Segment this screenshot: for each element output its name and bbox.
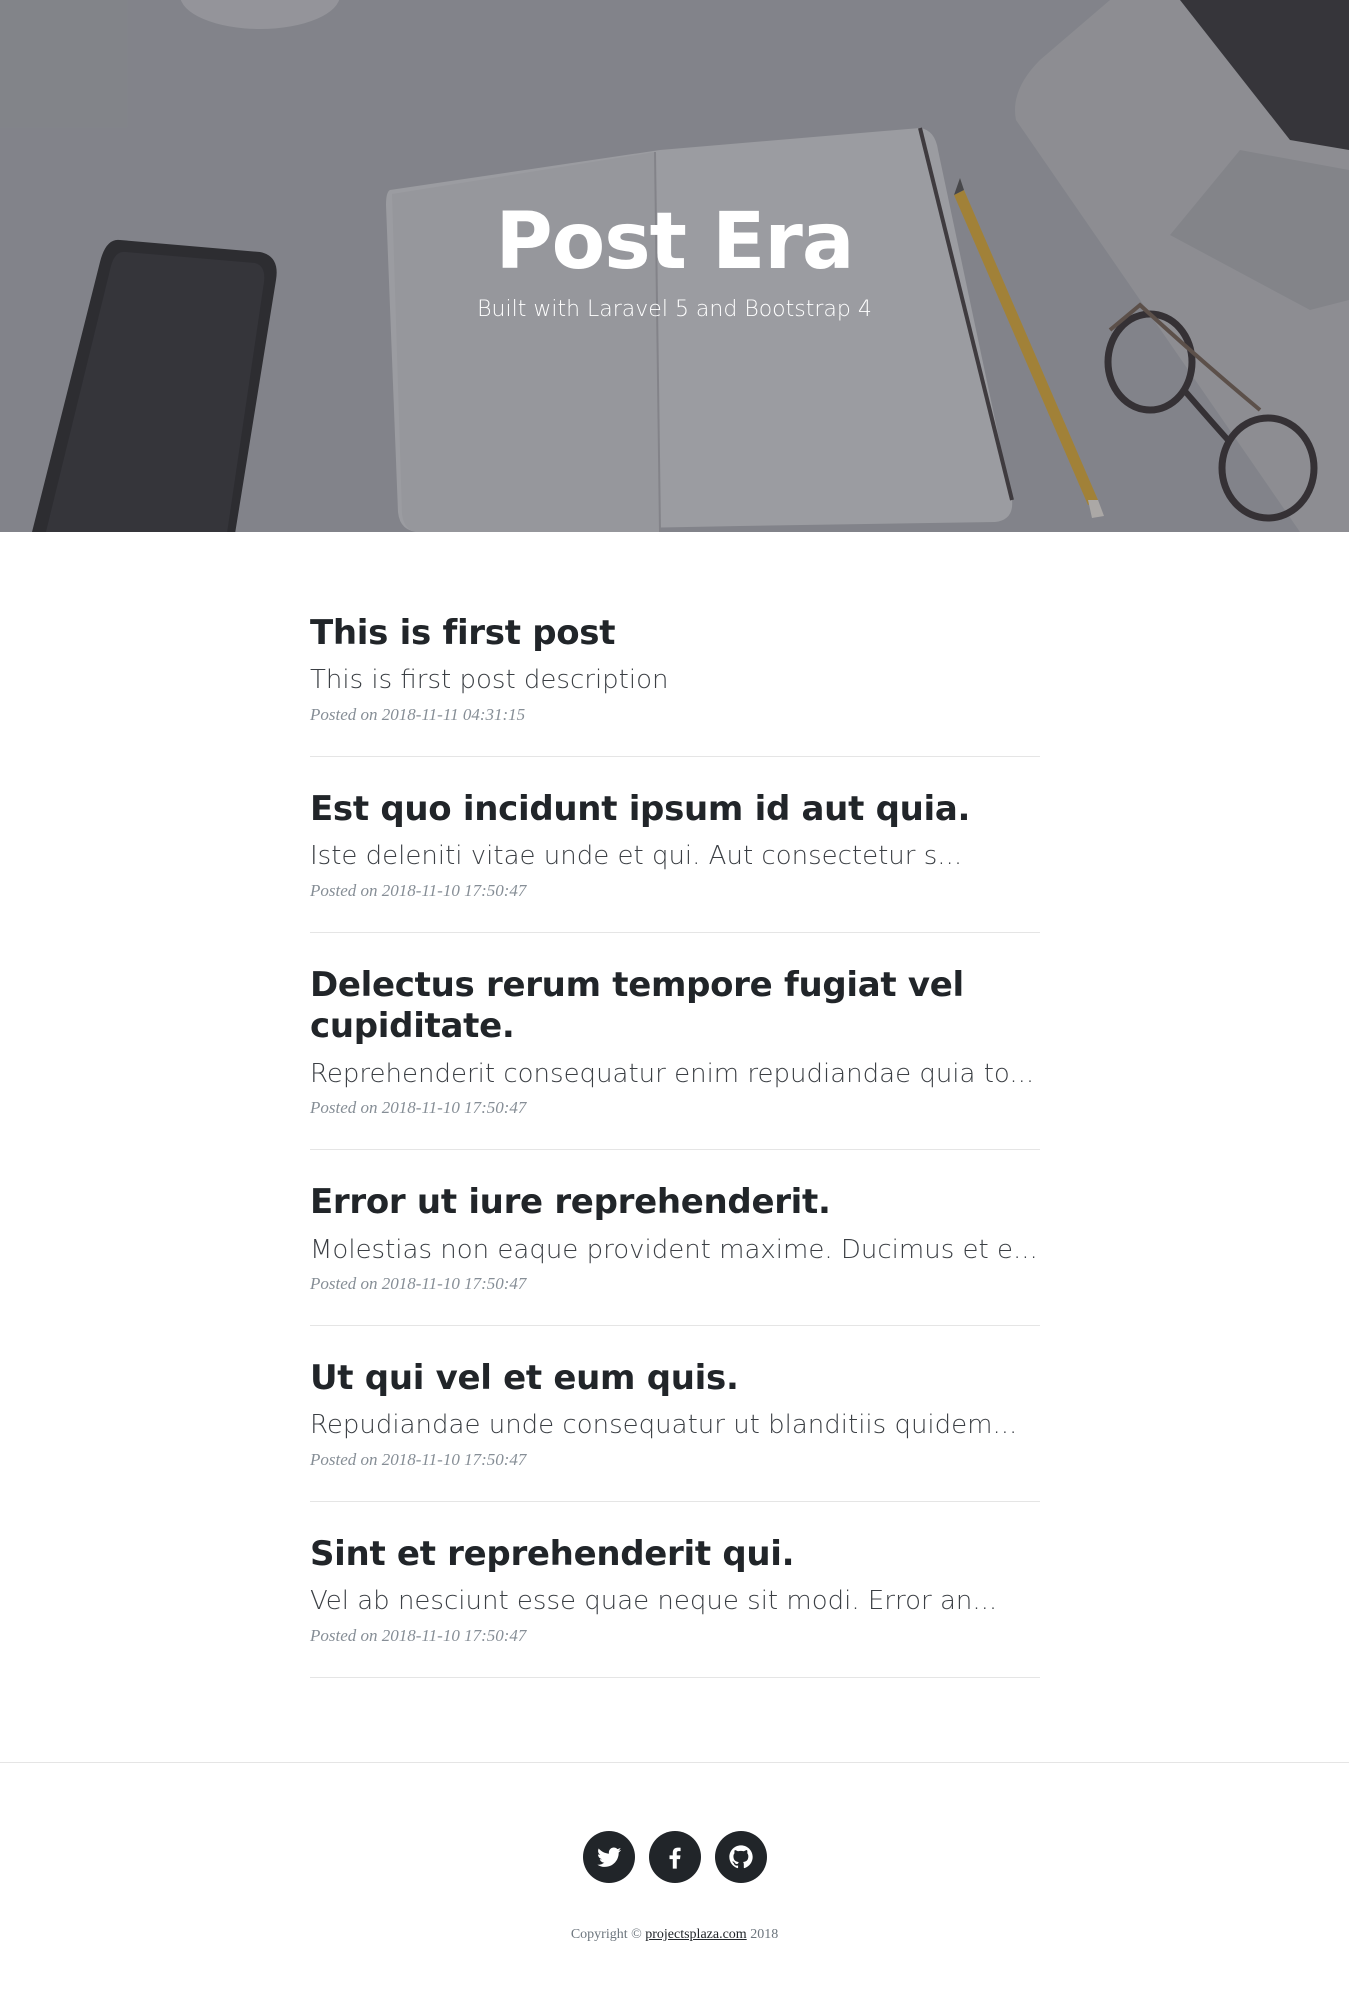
- post-description: Repudiandae unde consequatur ut blanditi…: [310, 1410, 1018, 1441]
- post-meta: Posted on 2018-11-10 17:50:47: [310, 880, 527, 900]
- post-preview: Delectus rerum tempore fugiat vel cupidi…: [310, 960, 1040, 1151]
- post-preview: This is first post This is first post de…: [310, 608, 1040, 757]
- post-title-link[interactable]: Sint et reprehenderit qui.: [310, 1534, 1040, 1575]
- post-preview: Error ut iure reprehenderit. Molestias n…: [310, 1177, 1040, 1326]
- post-meta: Posted on 2018-11-11 04:31:15: [310, 704, 526, 724]
- post-description: Vel ab nesciunt esse quae neque sit modi…: [310, 1586, 998, 1617]
- post-title-link[interactable]: Delectus rerum tempore fugiat vel cupidi…: [310, 965, 1040, 1048]
- site-subtitle: Built with Laravel 5 and Bootstrap 4: [477, 297, 872, 323]
- site-title: Post Era: [495, 197, 854, 287]
- post-title-link[interactable]: Ut qui vel et eum quis.: [310, 1358, 1040, 1399]
- facebook-icon: [669, 1847, 681, 1869]
- post-meta: Posted on 2018-11-10 17:50:47: [310, 1273, 527, 1293]
- post-description: Iste deleniti vitae unde et qui. Aut con…: [310, 841, 963, 872]
- post-preview: Sint et reprehenderit qui. Vel ab nesciu…: [310, 1529, 1040, 1678]
- masthead: Post Era Built with Laravel 5 and Bootst…: [0, 0, 1349, 532]
- footer: Copyright © projectsplaza.com 2018: [0, 1762, 1349, 1997]
- site-heading: Post Era Built with Laravel 5 and Bootst…: [0, 200, 1349, 325]
- post-description: Molestias non eaque provident maxime. Du…: [310, 1234, 1038, 1265]
- twitter-icon: [596, 1847, 621, 1867]
- github-button[interactable]: [714, 1831, 767, 1883]
- post-preview: Ut qui vel et eum quis. Repudiandae unde…: [310, 1353, 1040, 1502]
- twitter-button[interactable]: [582, 1831, 635, 1883]
- post-title-link[interactable]: Est quo incidunt ipsum id aut quia.: [310, 789, 1040, 830]
- post-meta: Posted on 2018-11-10 17:50:47: [310, 1449, 527, 1469]
- copyright-link[interactable]: projectsplaza.com: [645, 1927, 746, 1942]
- post-list: This is first post This is first post de…: [310, 608, 1040, 1705]
- post-preview: Est quo incidunt ipsum id aut quia. Iste…: [310, 784, 1040, 933]
- post-meta: Posted on 2018-11-10 17:50:47: [310, 1098, 527, 1118]
- social-links: [0, 1831, 1349, 1883]
- github-icon: [728, 1845, 753, 1869]
- copyright-text: Copyright © projectsplaza.com 2018: [0, 1927, 1349, 1943]
- post-description: Reprehenderit consequatur enim repudiand…: [310, 1058, 1035, 1089]
- post-title-link[interactable]: This is first post: [310, 613, 1040, 654]
- post-description: This is first post description: [310, 665, 669, 696]
- facebook-button[interactable]: [648, 1831, 701, 1883]
- copyright-year: 2018: [750, 1927, 779, 1942]
- post-title-link[interactable]: Error ut iure reprehenderit.: [310, 1182, 1040, 1223]
- copyright-prefix: Copyright ©: [570, 1927, 642, 1942]
- post-meta: Posted on 2018-11-10 17:50:47: [310, 1625, 527, 1645]
